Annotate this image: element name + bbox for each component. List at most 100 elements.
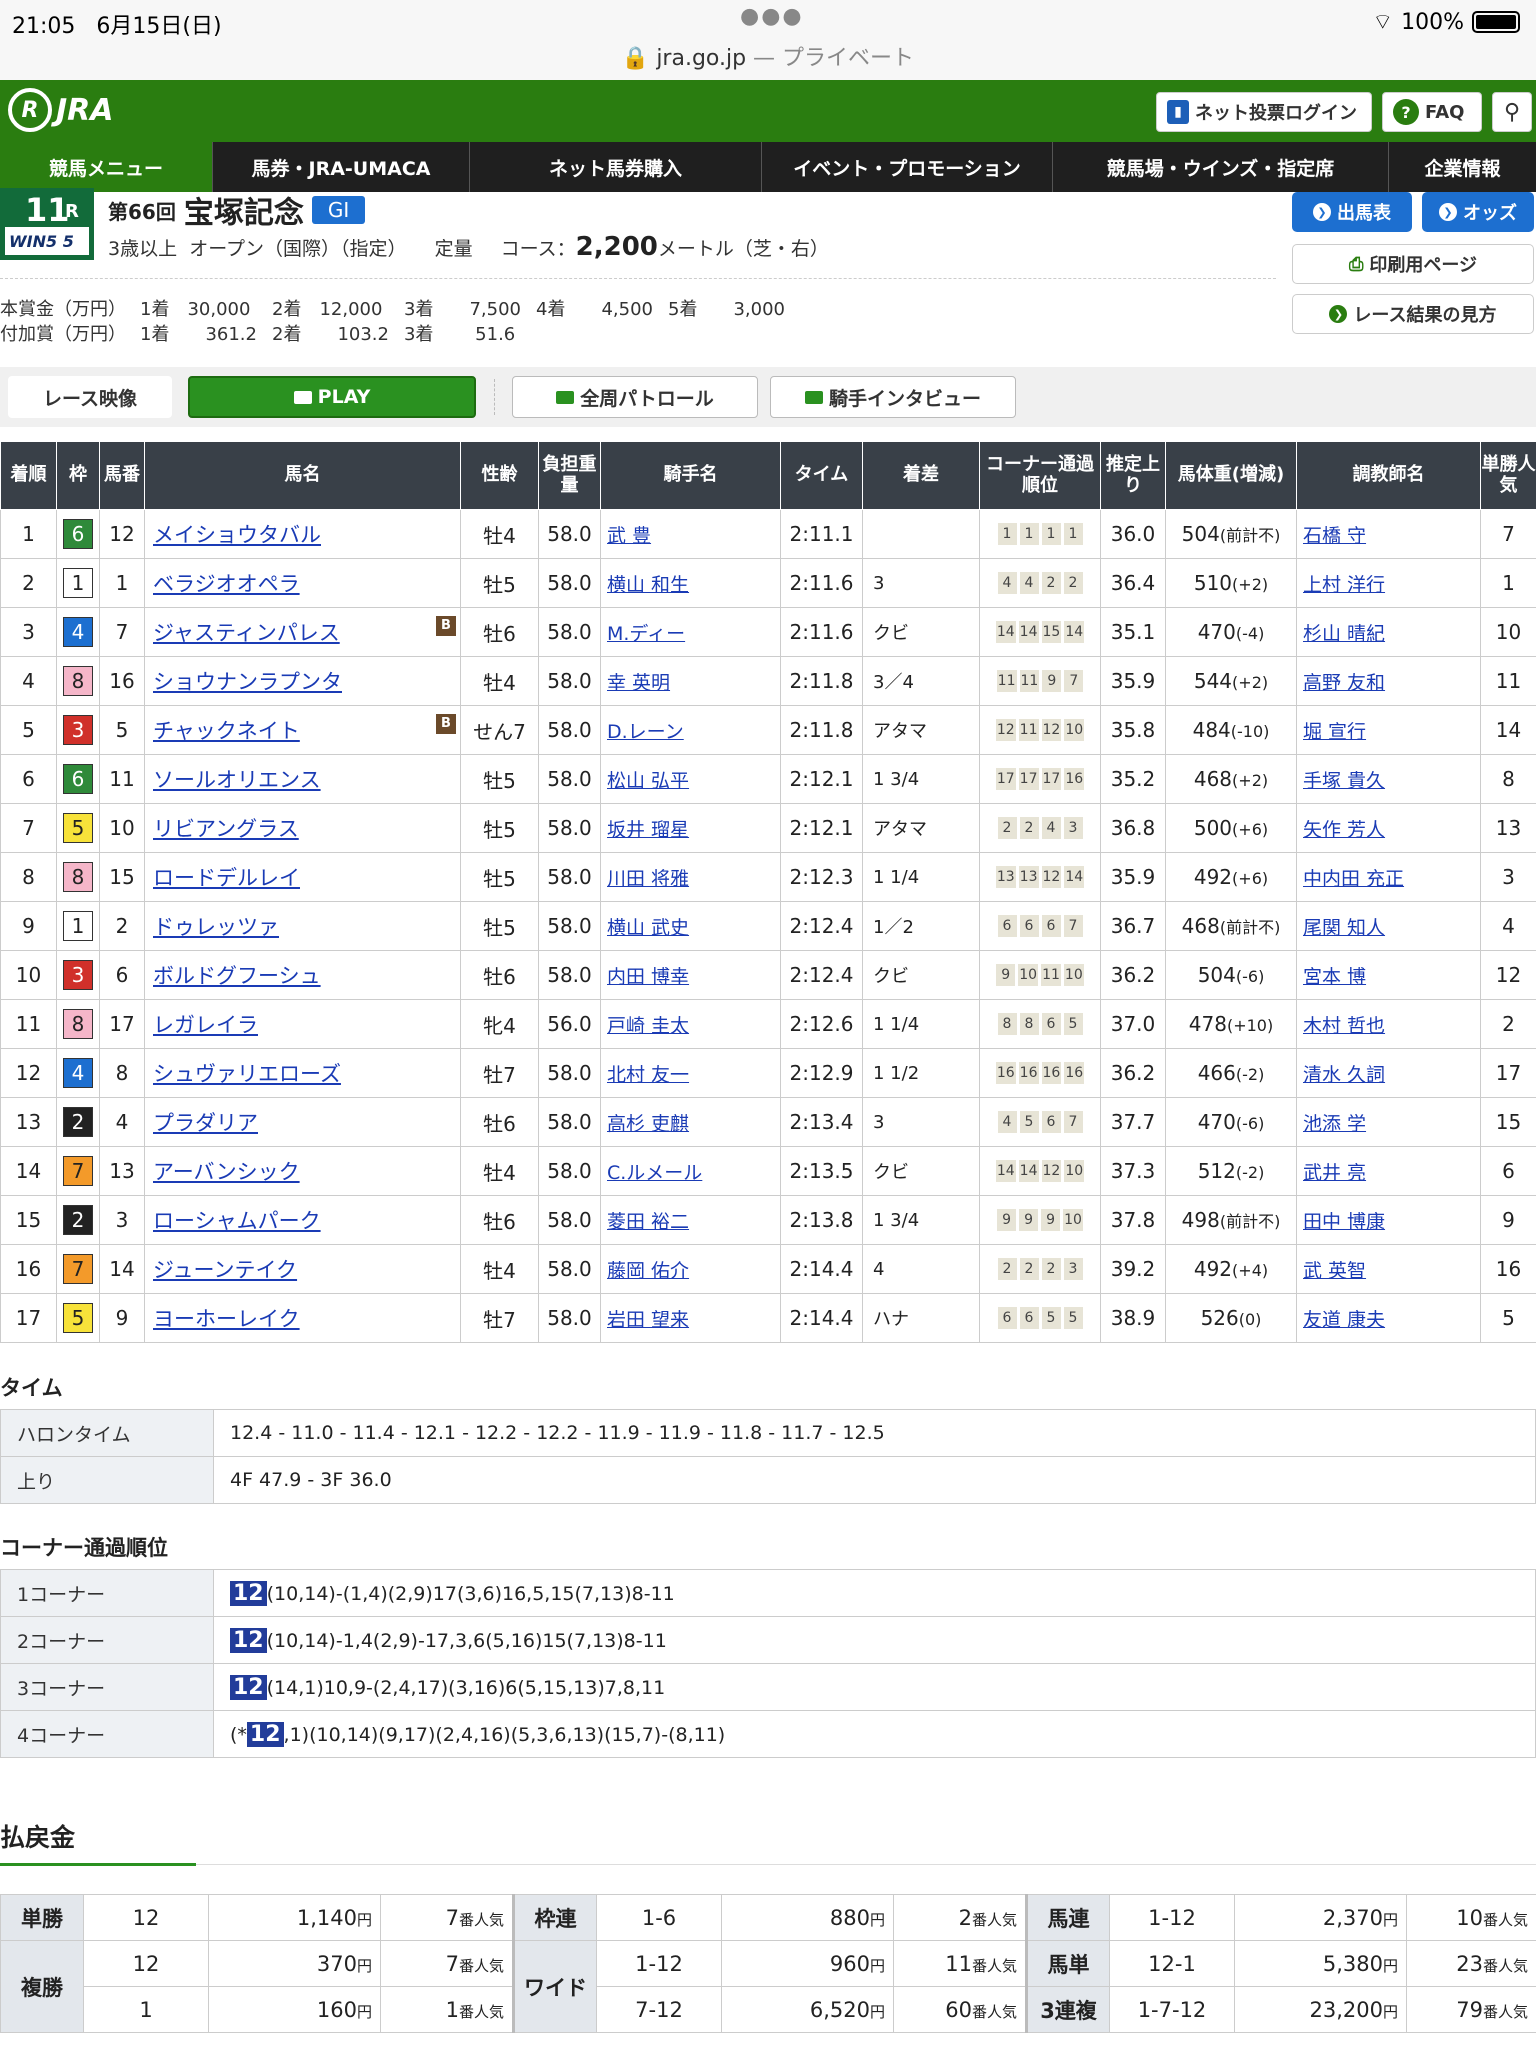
jockey-link[interactable]: 内田 博幸 xyxy=(607,966,689,988)
trainer-link[interactable]: 武井 亮 xyxy=(1303,1162,1366,1184)
jockey-link[interactable]: D.レーン xyxy=(607,721,684,743)
corner-list: 14 14 12 10 xyxy=(981,1160,1100,1182)
entries-button[interactable]: ❯ 出馬表 xyxy=(1292,192,1412,232)
play-button[interactable]: PLAY xyxy=(188,376,476,418)
trainer-link[interactable]: 清水 久詞 xyxy=(1303,1064,1385,1086)
horse-name-link[interactable]: ボルドグフーシュ xyxy=(153,964,321,988)
jockey-link[interactable]: 武 豊 xyxy=(607,525,651,547)
horse-name-link[interactable]: ジューンテイク xyxy=(153,1258,297,1282)
horse-name-link[interactable]: ドゥレッツァ xyxy=(153,915,279,939)
odds-button[interactable]: ❯ オッズ xyxy=(1422,192,1534,232)
faq-button[interactable]: ? FAQ xyxy=(1382,92,1482,132)
finish-position: 15 xyxy=(0,1195,57,1245)
question-icon: ? xyxy=(1393,99,1419,125)
nav-corporate[interactable]: 企業情報 xyxy=(1389,142,1536,192)
race-time: 2:12.4 xyxy=(780,901,863,951)
corner-list: 16 16 16 16 xyxy=(981,1062,1100,1084)
body-weight: 492(+4) xyxy=(1165,1244,1297,1294)
trainer-link[interactable]: 杉山 晴紀 xyxy=(1303,623,1385,645)
carried-weight: 58.0 xyxy=(538,1048,601,1098)
jockey-link[interactable]: M.ディー xyxy=(607,623,685,645)
trainer-link[interactable]: 中内田 充正 xyxy=(1303,868,1404,890)
popularity: 2番人気 xyxy=(893,1894,1028,1941)
horse-name-link[interactable]: ローシャムパーク xyxy=(153,1209,321,1233)
horse-name-link[interactable]: ジャスティンパレス xyxy=(153,621,340,645)
jockey-link[interactable]: 横山 武史 xyxy=(607,917,689,939)
body-weight-value: 504 xyxy=(1181,522,1220,546)
jockey-link[interactable]: 戸崎 圭太 xyxy=(607,1015,689,1037)
jockey-link[interactable]: 横山 和生 xyxy=(607,574,689,596)
site-header: R JRA ▮ ネット投票ログイン ? FAQ ⚲ xyxy=(0,80,1536,142)
horse-name-link[interactable]: レガレイラ xyxy=(153,1013,258,1037)
jockey-link[interactable]: 北村 友一 xyxy=(607,1064,689,1086)
trainer-link[interactable]: 上村 洋行 xyxy=(1303,574,1385,596)
carried-weight: 58.0 xyxy=(538,1293,601,1343)
nav-event-promotion[interactable]: イベント・プロモーション xyxy=(762,142,1053,192)
table-row: 3コーナー 12 (14,1)10,9-(2,4,17)(3,16)6(5,15,1… xyxy=(0,1663,1536,1711)
trainer-link[interactable]: 矢作 芳人 xyxy=(1303,819,1385,841)
horse-name-link[interactable]: リビアングラス xyxy=(153,817,299,841)
trainer-link[interactable]: 田中 博康 xyxy=(1303,1211,1385,1233)
body-weight-value: 512 xyxy=(1197,1159,1236,1183)
more-dots-icon[interactable]: ●●● xyxy=(740,4,804,29)
trainer-link[interactable]: 木村 哲也 xyxy=(1303,1015,1385,1037)
trainer-link[interactable]: 堀 宣行 xyxy=(1303,721,1366,743)
horse-name-link[interactable]: プラダリア xyxy=(153,1111,258,1135)
horse-name-link[interactable]: ヨーホーレイク xyxy=(153,1307,300,1331)
jockey-link[interactable]: 川田 将雅 xyxy=(607,868,689,890)
nav-net-purchase[interactable]: ネット馬券購入 xyxy=(470,142,762,192)
horse-name-link[interactable]: ショウナンラプンタ xyxy=(153,670,342,694)
jockey-link[interactable]: 岩田 望来 xyxy=(607,1309,689,1331)
video-camera-icon xyxy=(804,390,823,404)
jockey-link[interactable]: C.ルメール xyxy=(607,1162,702,1184)
corner-position: 10 xyxy=(1064,1160,1085,1182)
race-number-badge: 11 R WIN5 5 xyxy=(0,188,94,260)
horse-name-link[interactable]: シュヴァリエローズ xyxy=(153,1062,341,1086)
trainer-link[interactable]: 友道 康夫 xyxy=(1303,1309,1385,1331)
body-weight: 478(+10) xyxy=(1165,999,1297,1049)
table-row: 8 8 15 ロードデルレイ 牡5 58.0 川田 将雅 2:12.3 1 1/4 13 13 12 1… xyxy=(0,852,1536,902)
race-time: 2:11.1 xyxy=(780,509,863,559)
net-vote-login-button[interactable]: ▮ ネット投票ログイン xyxy=(1156,92,1372,132)
jockey-interview-button[interactable]: 騎手インタビュー xyxy=(770,376,1016,418)
jockey-link[interactable]: 菱田 裕二 xyxy=(607,1211,689,1233)
trainer-link[interactable]: 池添 学 xyxy=(1303,1113,1366,1135)
horse-name-link[interactable]: チャックネイト xyxy=(153,719,300,743)
horse-name-link[interactable]: メイショウタバル xyxy=(153,523,321,547)
trainer-cell: 堀 宣行 xyxy=(1296,705,1481,755)
horse-name-link[interactable]: ロードデルレイ xyxy=(153,866,300,890)
nav-racecourse-wins[interactable]: 競馬場・ウインズ・指定席 xyxy=(1053,142,1389,192)
jockey-link[interactable]: 松山 弘平 xyxy=(607,770,689,792)
how-to-read-button[interactable]: ❯ レース結果の見方 xyxy=(1292,294,1534,334)
table-row: 上り 4F 47.9 - 3F 36.0 xyxy=(0,1456,1536,1504)
trainer-link[interactable]: 高野 友和 xyxy=(1303,672,1385,694)
jockey-link[interactable]: 高杉 吏麒 xyxy=(607,1113,689,1135)
horse-name-link[interactable]: ベラジオオペラ xyxy=(153,572,300,596)
corner-position: 6 xyxy=(1041,915,1061,937)
search-button[interactable]: ⚲ xyxy=(1492,92,1532,132)
corner-rest: (10,14)-(1,4)(2,9)17(3,6)16,5,15(7,13)8-… xyxy=(266,1582,675,1605)
win-popularity: 10 xyxy=(1480,607,1536,657)
corner-position: 16 xyxy=(995,1062,1016,1084)
jra-logo[interactable]: R JRA xyxy=(8,88,113,132)
body-weight-value: 498 xyxy=(1181,1208,1220,1232)
trainer-link[interactable]: 尾関 知人 xyxy=(1303,917,1385,939)
waku-cell: 8 xyxy=(56,852,100,902)
waku-badge: 3 xyxy=(63,960,93,990)
print-page-button[interactable]: ⎙ 印刷用ページ xyxy=(1292,244,1534,284)
corner-list: 2223 xyxy=(981,1258,1100,1280)
corner-position: 15 xyxy=(1041,621,1062,643)
nav-baken-umaca[interactable]: 馬券・JRA-UMACA xyxy=(213,142,470,192)
trainer-link[interactable]: 手塚 貴久 xyxy=(1303,770,1385,792)
trainer-link[interactable]: 宮本 博 xyxy=(1303,966,1366,988)
trainer-link[interactable]: 石橋 守 xyxy=(1303,525,1366,547)
jockey-link[interactable]: 藤岡 佑介 xyxy=(607,1260,689,1282)
jockey-link[interactable]: 坂井 瑠星 xyxy=(607,819,689,841)
horse-name-link[interactable]: アーバンシック xyxy=(153,1160,300,1184)
jockey-link[interactable]: 幸 英明 xyxy=(607,672,670,694)
trainer-link[interactable]: 武 英智 xyxy=(1303,1260,1366,1282)
address-bar[interactable]: 🔒 jra.go.jp — プライベート xyxy=(0,40,1536,72)
horse-name-link[interactable]: ソールオリエンス xyxy=(153,768,321,792)
patrol-video-button[interactable]: 全周パトロール xyxy=(512,376,758,418)
nav-keiba-menu[interactable]: 競馬メニュー xyxy=(0,142,213,192)
